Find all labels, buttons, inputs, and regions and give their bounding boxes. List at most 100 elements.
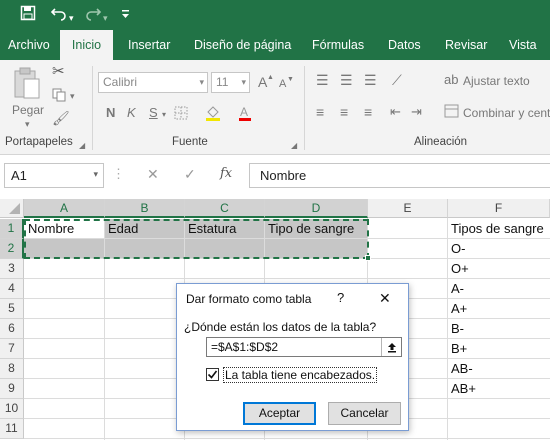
enter-entry-icon[interactable]: ✓ bbox=[184, 166, 196, 183]
align-top-icon[interactable]: ☰ bbox=[316, 72, 329, 88]
tab-insertar[interactable]: Insertar bbox=[128, 30, 170, 60]
decrease-indent-icon[interactable]: ⇤ bbox=[390, 104, 401, 120]
cell-f4[interactable]: A- bbox=[448, 279, 550, 299]
font-name-select[interactable]: Calibri ▾ bbox=[98, 72, 208, 93]
title-bar: ▾ ▾ bbox=[0, 0, 550, 30]
increase-indent-icon[interactable]: ⇥ bbox=[411, 104, 422, 120]
wrap-text-button[interactable]: Ajustar texto bbox=[463, 73, 530, 89]
wrap-text-icon: ab bbox=[444, 72, 459, 87]
copy-dropdown-icon[interactable]: ▾ bbox=[70, 88, 75, 104]
align-right-icon[interactable]: ≡ bbox=[364, 104, 372, 120]
column-header-b[interactable]: B bbox=[105, 199, 185, 218]
row-header-8[interactable]: 8 bbox=[0, 359, 24, 379]
cell-d1[interactable]: Tipo de sangre bbox=[265, 219, 368, 239]
grow-font-button[interactable]: A bbox=[258, 74, 267, 90]
redo-icon[interactable] bbox=[84, 5, 102, 27]
row-header-9[interactable]: 9 bbox=[0, 379, 24, 399]
row-header-4[interactable]: 4 bbox=[0, 279, 24, 299]
cell-f5[interactable]: A+ bbox=[448, 299, 550, 319]
font-size-select[interactable]: 11 ▾ bbox=[211, 72, 250, 93]
column-header-d[interactable]: D bbox=[265, 199, 368, 218]
tab-inicio[interactable]: Inicio bbox=[60, 30, 113, 60]
tab-datos[interactable]: Datos bbox=[388, 30, 421, 60]
row-header-11[interactable]: 11 bbox=[0, 419, 24, 439]
ribbon-home: Pegar ▾ ✂ ▾ 🖌 Portapapeles ◢ Calibri ▾ 11… bbox=[0, 60, 550, 155]
svg-text:A: A bbox=[240, 105, 248, 119]
collapse-dialog-icon[interactable] bbox=[381, 338, 401, 356]
merge-center-button[interactable]: Combinar y cent bbox=[463, 105, 550, 121]
fill-handle[interactable] bbox=[365, 255, 371, 261]
grid-line bbox=[24, 438, 550, 439]
tab-revisar[interactable]: Revisar bbox=[445, 30, 487, 60]
align-middle-icon[interactable]: ☰ bbox=[340, 72, 353, 88]
formula-bar: A1 ▾ ⋮ ✕ ✓ fx Nombre bbox=[0, 156, 550, 196]
cell-f2[interactable]: O- bbox=[448, 239, 550, 259]
name-box[interactable]: A1 ▾ bbox=[4, 163, 104, 188]
underline-button[interactable]: S bbox=[149, 105, 158, 121]
align-bottom-icon[interactable]: ☰ bbox=[364, 72, 377, 88]
select-all-corner[interactable] bbox=[0, 199, 24, 218]
fill-color-icon[interactable] bbox=[205, 104, 221, 126]
font-size-value: 11 bbox=[216, 75, 229, 89]
ribbon-separator bbox=[92, 66, 93, 150]
cell-f3[interactable]: O+ bbox=[448, 259, 550, 279]
cancel-entry-icon[interactable]: ✕ bbox=[147, 166, 159, 183]
undo-icon[interactable] bbox=[50, 5, 68, 27]
tab-archivo[interactable]: Archivo bbox=[8, 30, 50, 60]
customize-qat-icon[interactable] bbox=[121, 7, 130, 27]
row-header-1[interactable]: 1 bbox=[0, 219, 24, 239]
copy-icon[interactable] bbox=[52, 88, 66, 105]
bold-button[interactable]: N bbox=[106, 105, 115, 121]
clipboard-launcher-icon[interactable]: ◢ bbox=[79, 138, 85, 154]
chevron-down-icon: ▾ bbox=[199, 77, 204, 87]
cell-f6[interactable]: B- bbox=[448, 319, 550, 339]
cell-f9[interactable]: AB+ bbox=[448, 379, 550, 399]
row-header-6[interactable]: 6 bbox=[0, 319, 24, 339]
help-button[interactable]: ? bbox=[337, 290, 344, 305]
shrink-font-button[interactable]: A bbox=[279, 76, 286, 92]
cell-f1[interactable]: Tipos de sangre bbox=[448, 219, 550, 239]
tab-formulas[interactable]: Fórmulas bbox=[312, 30, 364, 60]
redo-dropdown-icon[interactable]: ▾ bbox=[103, 8, 108, 28]
underline-dropdown-icon[interactable]: ▾ bbox=[162, 107, 166, 123]
save-icon[interactable] bbox=[20, 5, 36, 27]
align-center-icon[interactable]: ≡ bbox=[340, 104, 348, 120]
align-left-icon[interactable]: ≡ bbox=[316, 104, 324, 120]
font-launcher-icon[interactable]: ◢ bbox=[291, 138, 297, 154]
cell-f8[interactable]: AB- bbox=[448, 359, 550, 379]
paste-icon[interactable] bbox=[12, 66, 42, 103]
column-header-a[interactable]: A bbox=[24, 199, 105, 218]
cell-c1[interactable]: Estatura bbox=[185, 219, 265, 239]
column-header-e[interactable]: E bbox=[368, 199, 448, 218]
borders-icon[interactable] bbox=[174, 106, 188, 124]
undo-dropdown-icon[interactable]: ▾ bbox=[69, 8, 74, 28]
close-icon[interactable]: ✕ bbox=[379, 290, 391, 307]
column-header-c[interactable]: C bbox=[185, 199, 265, 218]
format-painter-icon[interactable]: 🖌 bbox=[52, 110, 70, 126]
italic-button[interactable]: K bbox=[127, 105, 136, 121]
font-color-icon[interactable]: A bbox=[238, 104, 252, 126]
row-header-10[interactable]: 10 bbox=[0, 399, 24, 419]
column-header-f[interactable]: F bbox=[448, 199, 550, 218]
row-header-3[interactable]: 3 bbox=[0, 259, 24, 279]
range-input-value: =$A$1:$D$2 bbox=[211, 340, 279, 354]
cancel-button[interactable]: Cancelar bbox=[328, 402, 401, 425]
tab-vista[interactable]: Vista bbox=[509, 30, 537, 60]
has-headers-checkbox[interactable] bbox=[206, 368, 219, 381]
cell-f7[interactable]: B+ bbox=[448, 339, 550, 359]
row-header-5[interactable]: 5 bbox=[0, 299, 24, 319]
tab-diseno-de-pagina[interactable]: Diseño de página bbox=[194, 30, 291, 60]
row-header-2[interactable]: 2 bbox=[0, 239, 24, 259]
cut-icon[interactable]: ✂ bbox=[52, 64, 65, 80]
orientation-icon[interactable]: ⟋ bbox=[392, 72, 402, 88]
paste-dropdown-icon[interactable]: ▾ bbox=[25, 116, 30, 132]
has-headers-label[interactable]: La tabla tiene encabezados. bbox=[223, 367, 378, 383]
ok-button[interactable]: Aceptar bbox=[243, 402, 316, 425]
cell-b1[interactable]: Edad bbox=[105, 219, 185, 239]
cell-a1[interactable]: Nombre bbox=[25, 219, 105, 239]
row-header-7[interactable]: 7 bbox=[0, 339, 24, 359]
range-input[interactable]: =$A$1:$D$2 bbox=[206, 337, 402, 357]
insert-function-icon[interactable]: fx bbox=[220, 166, 232, 181]
formula-input[interactable]: Nombre bbox=[249, 163, 550, 188]
formula-bar-options-icon[interactable]: ⋮ bbox=[112, 166, 125, 182]
